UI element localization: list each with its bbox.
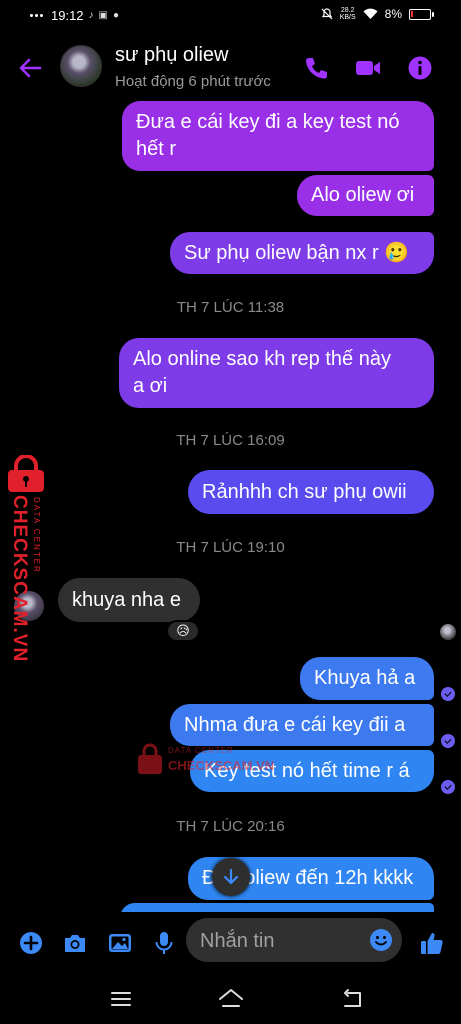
message-bubble-outgoing[interactable]: Sư phụ oliew bận nx r 🥲 bbox=[170, 232, 434, 274]
message-composer: Nhắn tin bbox=[0, 914, 461, 970]
message-bubble-incoming[interactable]: khuya nha e bbox=[58, 578, 200, 622]
back-icon[interactable] bbox=[340, 986, 366, 1012]
delivered-check-icon bbox=[441, 780, 455, 794]
plus-icon[interactable] bbox=[18, 930, 44, 956]
contact-avatar[interactable] bbox=[60, 45, 102, 87]
incoming-avatar[interactable] bbox=[14, 591, 44, 621]
delivered-check-icon bbox=[441, 734, 455, 748]
message-list[interactable]: Đưa e cái key đi a key test nó hết r Alo… bbox=[0, 100, 461, 912]
timestamp: TH 7 LÚC 11:38 bbox=[176, 299, 285, 316]
microphone-icon[interactable] bbox=[151, 930, 177, 956]
arrow-down-icon bbox=[223, 868, 239, 885]
video-camera-icon[interactable] bbox=[354, 54, 382, 82]
status-bar-right: 28.2 KB/S 8% bbox=[321, 7, 434, 21]
timestamp: TH 7 LÚC 20:16 bbox=[176, 818, 285, 835]
status-bar: 19:12 ♪ ▣ ● 28.2 KB/S 8% bbox=[0, 0, 461, 34]
message-bubble-outgoing[interactable]: Alo oliew ơi bbox=[297, 175, 434, 216]
status-time: 19:12 bbox=[51, 8, 84, 23]
contact-status: Hoạt động 6 phút trước bbox=[115, 73, 271, 90]
contact-name[interactable]: sư phụ oliew bbox=[115, 44, 228, 67]
wifi-icon bbox=[363, 8, 378, 19]
message-bubble-outgoing[interactable]: Rảnhhh ch sư phụ owii bbox=[188, 470, 434, 514]
status-bar-left: 19:12 ♪ ▣ ● bbox=[30, 8, 119, 23]
chat-header: sư phụ oliew Hoạt động 6 phút trước bbox=[0, 34, 461, 100]
message-bubble-outgoing[interactable]: Khuya hả a bbox=[300, 657, 434, 700]
battery-icon bbox=[409, 8, 434, 20]
message-bubble-outgoing-partial[interactable] bbox=[120, 903, 434, 912]
info-icon[interactable] bbox=[406, 54, 434, 82]
camera-icon[interactable] bbox=[62, 930, 88, 956]
scroll-to-bottom-button[interactable] bbox=[212, 858, 250, 896]
menu-icon[interactable] bbox=[108, 986, 134, 1012]
message-input[interactable]: Nhắn tin bbox=[186, 918, 402, 962]
emoji-icon[interactable] bbox=[369, 928, 393, 952]
messenger-notification-icon: ● bbox=[113, 10, 120, 21]
tiktok-icon: ♪ bbox=[88, 10, 94, 21]
timestamp: TH 7 LÚC 19:10 bbox=[176, 539, 285, 556]
message-bubble-outgoing[interactable]: Đưa e cái key đi a key test nó hết r bbox=[122, 101, 434, 171]
message-bubble-outgoing[interactable]: Alo online sao kh rep thế này a ơi bbox=[119, 338, 434, 408]
delivered-check-icon bbox=[441, 687, 455, 701]
reaction-badge[interactable]: 😥 bbox=[166, 620, 200, 642]
back-arrow-icon[interactable] bbox=[16, 54, 44, 82]
battery-percent: 8% bbox=[384, 7, 402, 21]
image-icon[interactable] bbox=[107, 930, 133, 956]
message-bubble-outgoing[interactable]: Nhma đưa e cái key đii a bbox=[170, 704, 434, 746]
message-input-placeholder: Nhắn tin bbox=[200, 930, 275, 952]
phone-icon[interactable] bbox=[302, 54, 330, 82]
timestamp: TH 7 LÚC 16:09 bbox=[176, 432, 285, 449]
message-bubble-outgoing[interactable]: Key test nó hết time r á bbox=[190, 750, 434, 792]
system-nav-bar bbox=[0, 972, 461, 1024]
signal-dots-icon bbox=[30, 14, 43, 17]
mute-icon bbox=[321, 8, 333, 20]
gallery-notification-icon: ▣ bbox=[98, 10, 108, 21]
thumbs-up-icon[interactable] bbox=[419, 930, 445, 956]
seen-avatar bbox=[440, 624, 456, 640]
network-speed: 28.2 KB/S bbox=[339, 7, 356, 21]
home-icon[interactable] bbox=[218, 986, 244, 1012]
